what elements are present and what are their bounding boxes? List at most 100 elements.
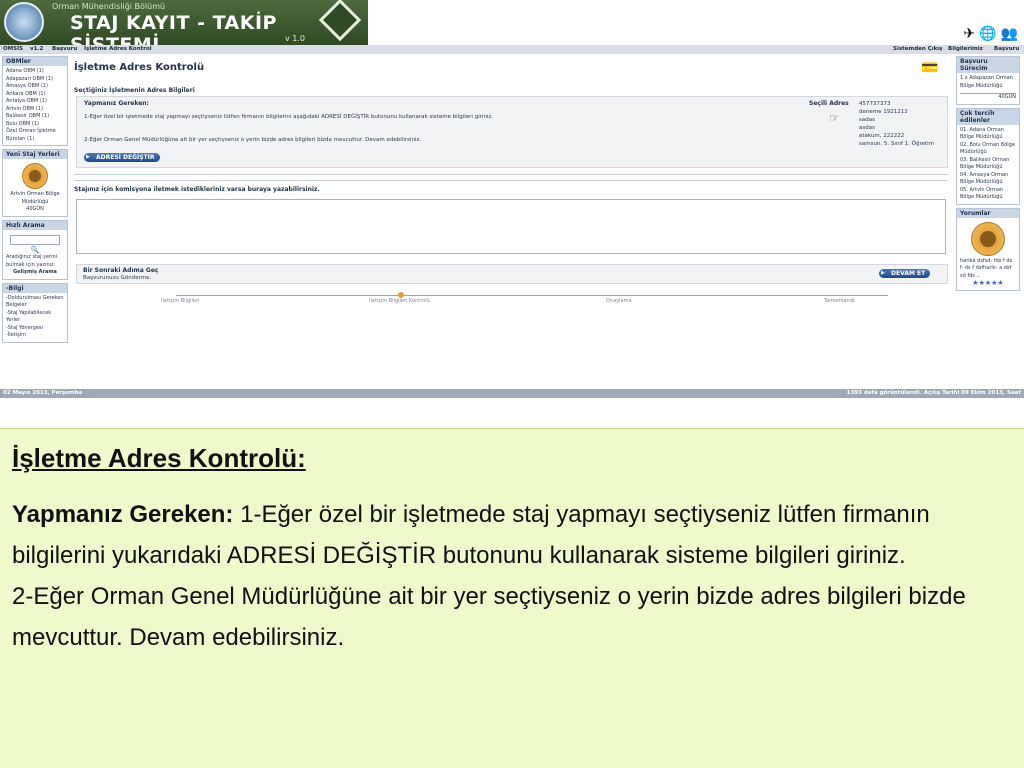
step-label: Tamamlandı	[824, 298, 855, 304]
comments-box: Yorumlar harika dsfsd- fds f ds f- ds f …	[956, 207, 1020, 291]
preferred-item[interactable]: 01. Adana Orman Bölge Müdürlüğü	[960, 127, 1016, 142]
app-screenshot: Orman Mühendisliği Bölümü STAJ KAYIT - T…	[0, 0, 1024, 402]
menu-version: v1.2	[30, 46, 44, 52]
quick-search-body: 🔍 Aradığınız staj yerini bulmak için yaz…	[3, 230, 67, 279]
status-date: 02 Mayıs 2013, Perşembe	[3, 390, 83, 396]
obm-item[interactable]: Adapazarı OBM (1)	[6, 76, 64, 84]
info-item[interactable]: -Staj Yönergesi	[6, 325, 64, 333]
todo-text-2: 2-Eğer Orman Genel Müdürlüğüne ait bir y…	[84, 137, 422, 143]
rating-stars: ★★★★★	[972, 279, 1004, 287]
menu-info[interactable]: Bilgilerimiz	[948, 46, 983, 52]
address-line: samsun, 5. Sınıf 1. Öğretim	[859, 141, 935, 147]
obm-item[interactable]: Özel Orman İşletme Büroları (1)	[6, 128, 64, 143]
menu-apply[interactable]: Başvuru	[52, 46, 77, 52]
obm-header: OBMler	[3, 57, 67, 66]
users-icon[interactable]: 👥	[1001, 26, 1018, 42]
new-places-body: Artvin Orman Bölge Müdürlüğü 40GÜN	[3, 159, 67, 216]
obm-item[interactable]: Artvin OBM (1)	[6, 106, 64, 114]
info-item[interactable]: -Doldurulması Gereken Belgeler	[6, 295, 64, 310]
info-header: -Bilgi	[3, 283, 67, 293]
menu-address-check[interactable]: İşletme Adres Kontrol	[84, 46, 152, 52]
preferred-box: Çok tercih edilenler 01. Adana Orman Böl…	[956, 107, 1020, 205]
menu-logout[interactable]: Sistemden Çıkış	[893, 46, 942, 52]
preferred-item[interactable]: 05. Artvin Orman Bölge Müdürlüğü	[960, 187, 1016, 202]
description-text-2: 2-Eğer Orman Genel Müdürlüğüne ait bir y…	[12, 583, 966, 651]
preferred-item[interactable]: 02. Bolu Orman Bölge Müdürlüğü	[960, 142, 1016, 157]
preferred-header: Çok tercih edilenler	[957, 108, 1019, 125]
comments-body: harika dsfsd- fds f ds f- ds f dsfharik-…	[957, 218, 1019, 290]
new-places-box: Yeni Staj Yerleri Artvin Orman Bölge Müd…	[2, 149, 68, 217]
obm-item[interactable]: Adana OBM (1)	[6, 68, 64, 76]
description-lead: Yapmanız Gereken:	[12, 501, 234, 528]
info-list: -Doldurulması Gereken Belgeler -Staj Yap…	[3, 293, 67, 342]
next-step-sub: Başvurunuzu Gönderme.	[83, 275, 152, 281]
progress-steps: İletişim Bilgileri İletişim Bilgileri Ko…	[76, 292, 948, 306]
next-step-header: Bir Sonraki Adıma Geç	[83, 267, 159, 274]
main-content: İşletme Adres Kontrolü 💳 Seçtiğiniz İşle…	[71, 56, 951, 388]
obm-item[interactable]: Balıkesir OBM (1)	[6, 113, 64, 121]
info-item[interactable]: -Staj Yapılabilecek Yerler	[6, 310, 64, 325]
globe-icon[interactable]: 🌐	[979, 26, 996, 42]
version-label: v 1.0	[285, 34, 305, 43]
process-item[interactable]: 1 x Adapazarı Orman Bölge Müdürlüğü	[960, 75, 1016, 90]
status-views: 1393 defa görüntülendi. Açılış Tarihi 09…	[846, 390, 1021, 396]
process-count: 40GÜN	[960, 93, 1016, 102]
step-label: Onaylama	[606, 298, 632, 304]
new-places-header: Yeni Staj Yerleri	[3, 150, 67, 159]
description-title: İşletme Adres Kontrolü:	[12, 443, 306, 473]
status-bar: 02 Mayıs 2013, Perşembe 1393 defa görünt…	[0, 389, 1024, 398]
description-paragraph: Yapmanız Gereken: 1-Eğer özel bir işletm…	[12, 494, 1012, 658]
quick-search-header: Hızlı Arama	[3, 220, 67, 230]
new-place-name[interactable]: Artvin Orman Bölge Müdürlüğü	[6, 191, 64, 206]
obm-item[interactable]: Bolu OBM (1)	[6, 121, 64, 129]
step-label: İletişim Bilgileri Kontrolü	[369, 298, 430, 304]
comment-text: harika dsfsd- fds f ds f- ds f dsfharik-…	[960, 257, 1013, 279]
address-line: asdas	[859, 125, 875, 131]
left-sidebar: OBMler Adana OBM (1) Adapazarı OBM (1) A…	[2, 56, 68, 346]
obm-item[interactable]: Amasya OBM (1)	[6, 83, 64, 91]
obm-item[interactable]: Antalya OBM (1)	[6, 98, 64, 106]
todo-header: Yapmanız Gereken:	[84, 100, 149, 107]
page-title: İşletme Adres Kontrolü	[74, 62, 205, 73]
section-title: Seçtiğiniz İşletmenin Adres Bilgileri	[74, 87, 195, 94]
menu-bar: OMSİS v1.2 Başvuru İşletme Adres Kontrol…	[0, 45, 1024, 54]
quick-search-box: Hızlı Arama 🔍 Aradığınız staj yerini bul…	[2, 219, 68, 280]
divider	[74, 174, 948, 175]
header-banner: Orman Mühendisliği Bölümü STAJ KAYIT - T…	[0, 0, 368, 56]
right-sidebar: Başvuru Sürecim 1 x Adapazarı Orman Bölg…	[956, 56, 1020, 294]
process-body: 1 x Adapazarı Orman Bölge Müdürlüğü 40GÜ…	[957, 73, 1019, 104]
address-line: atakum, 222222	[859, 133, 905, 139]
obm-item[interactable]: Ankara OBM (1)	[6, 91, 64, 99]
comment-textarea[interactable]	[76, 199, 946, 254]
selected-address-label: Seçili Adres	[809, 100, 849, 107]
todo-text-1: 1-Eğer özel bir işletmede staj yapmayı s…	[84, 114, 494, 120]
menu-apply-right[interactable]: Başvuru	[994, 46, 1019, 52]
pointer-hand-icon: ☞	[829, 111, 840, 125]
menu-home[interactable]: OMSİS	[3, 46, 23, 52]
preferred-item[interactable]: 04. Amasya Orman Bölge Müdürlüğü	[960, 172, 1016, 187]
divider	[74, 180, 948, 181]
comments-header: Yorumlar	[957, 208, 1019, 218]
address-line: deneme 1921212	[859, 109, 908, 115]
progress-line	[176, 295, 888, 296]
info-item[interactable]: -İletişim	[6, 332, 64, 340]
info-box: -Bilgi -Doldurulması Gereken Belgeler -S…	[2, 282, 68, 343]
obm-box: OBMler Adana OBM (1) Adapazarı OBM (1) A…	[2, 56, 68, 146]
obm-list: Adana OBM (1) Adapazarı OBM (1) Amasya O…	[3, 66, 67, 145]
address-line: sadas	[859, 117, 875, 123]
comment-label: Stajınız için komisyona iletmek istedikl…	[74, 186, 320, 193]
advanced-search-link[interactable]: Gelişmiş Arama	[6, 269, 64, 277]
plane-icon[interactable]: ✈	[963, 26, 975, 42]
process-box: Başvuru Sürecim 1 x Adapazarı Orman Bölg…	[956, 56, 1020, 105]
quick-search-input[interactable]	[10, 234, 60, 245]
search-icon[interactable]: 🔍	[6, 246, 64, 255]
description-panel: İşletme Adres Kontrolü: Yapmanız Gereken…	[0, 428, 1024, 768]
continue-button[interactable]: DEVAM ET	[879, 269, 931, 278]
preferred-item[interactable]: 03. Balıkesir Orman Bölge Müdürlüğü	[960, 157, 1016, 172]
change-address-button[interactable]: ADRESİ DEĞİŞTİR	[84, 153, 160, 162]
top-icons: ✈ 🌐 👥	[963, 26, 1018, 42]
forestry-emblem-icon	[971, 221, 1005, 256]
new-place-count: 40GÜN	[26, 206, 44, 212]
search-hint: Aradığınız staj yerini bulmak için yazın…	[6, 254, 58, 268]
next-step-panel: Bir Sonraki Adıma Geç Başvurunuzu Gönder…	[76, 264, 948, 284]
